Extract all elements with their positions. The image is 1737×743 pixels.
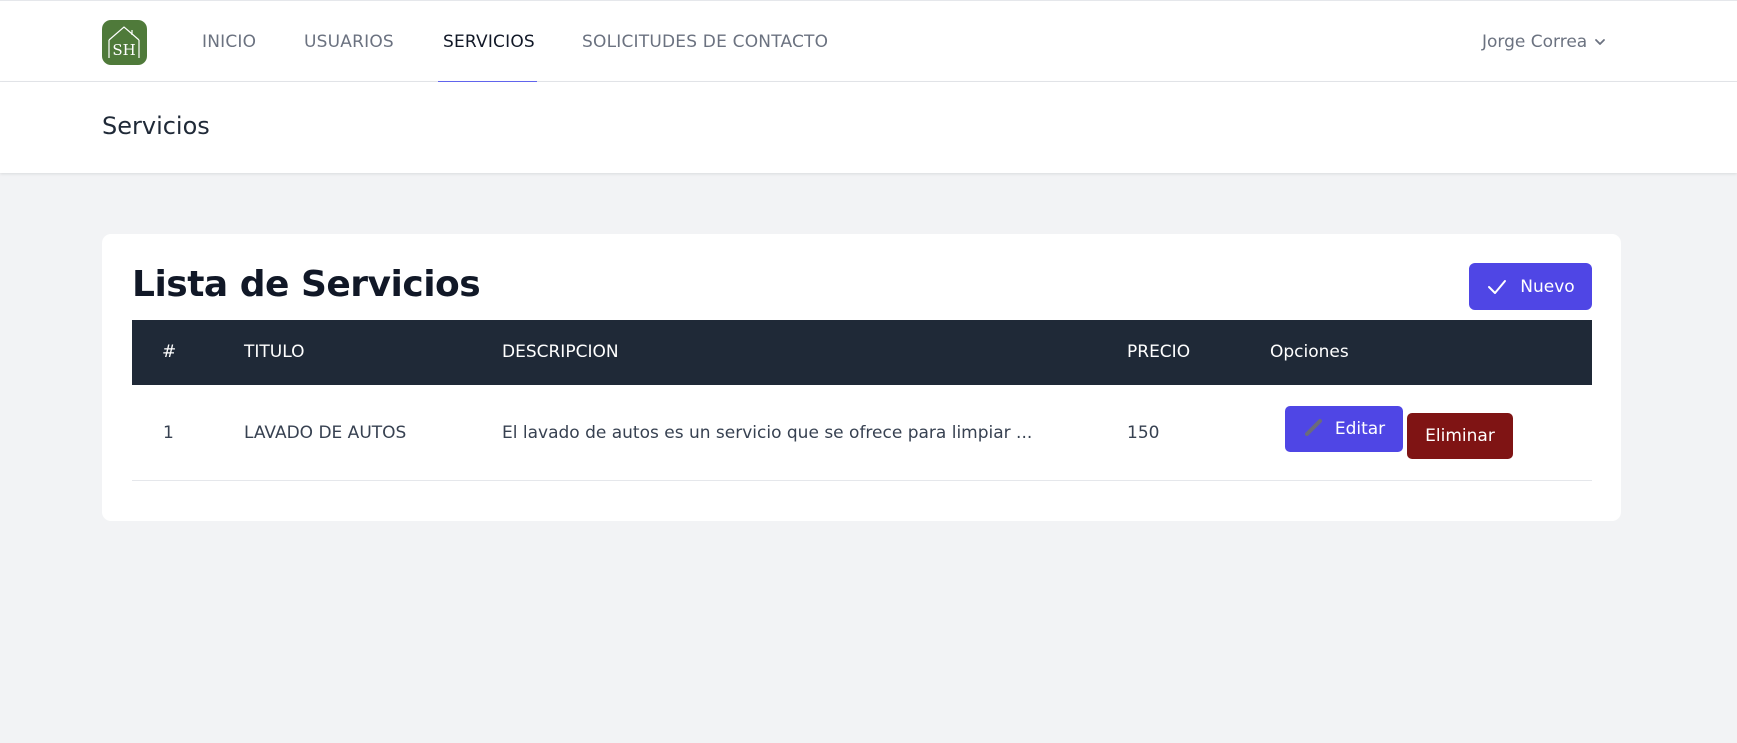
page-header: Servicios	[0, 82, 1737, 173]
top-navbar: SH INICIO USUARIOS SERVICIOS SOLICITUDES…	[0, 0, 1737, 83]
nav-item-solicitudes-de-contacto[interactable]: SOLICITUDES DE CONTACTO	[582, 1, 828, 83]
page-title: Servicios	[102, 112, 210, 140]
services-card: Lista de Servicios Nuevo # TITULO DESCRI…	[102, 234, 1621, 521]
cell-descripcion: El lavado de autos es un servicio que se…	[502, 423, 1033, 443]
cell-titulo: LAVADO DE AUTOS	[244, 423, 407, 443]
nav-item-inicio[interactable]: INICIO	[202, 1, 256, 83]
new-button-label: Nuevo	[1520, 276, 1575, 297]
chevron-down-icon	[1593, 35, 1607, 49]
pencil-icon	[1303, 416, 1325, 443]
nav-item-usuarios[interactable]: USUARIOS	[304, 1, 394, 83]
nav-item-servicios[interactable]: SERVICIOS	[443, 1, 535, 83]
user-name: Jorge Correa	[1482, 32, 1588, 52]
column-header-titulo: TITULO	[244, 342, 305, 362]
column-header-precio: PRECIO	[1127, 342, 1191, 362]
new-service-button[interactable]: Nuevo	[1469, 263, 1592, 310]
column-header-number: #	[162, 342, 177, 362]
user-menu[interactable]: Jorge Correa	[1482, 1, 1607, 83]
edit-button[interactable]: Editar	[1285, 406, 1403, 452]
delete-button[interactable]: Eliminar	[1407, 413, 1513, 459]
card-title: Lista de Servicios	[132, 264, 481, 305]
table-header: # TITULO DESCRIPCION PRECIO Opciones	[132, 320, 1592, 385]
column-header-opciones: Opciones	[1270, 342, 1349, 362]
cell-id: 1	[163, 423, 174, 443]
logo-text: SH	[112, 41, 135, 59]
table-row: 1 LAVADO DE AUTOS El lavado de autos es …	[132, 385, 1592, 481]
cell-precio: 150	[1127, 423, 1160, 443]
check-icon	[1486, 276, 1508, 298]
delete-button-label: Eliminar	[1425, 426, 1495, 446]
edit-button-label: Editar	[1334, 419, 1386, 439]
logo[interactable]: SH	[102, 20, 147, 65]
column-header-descripcion: DESCRIPCION	[502, 342, 619, 362]
